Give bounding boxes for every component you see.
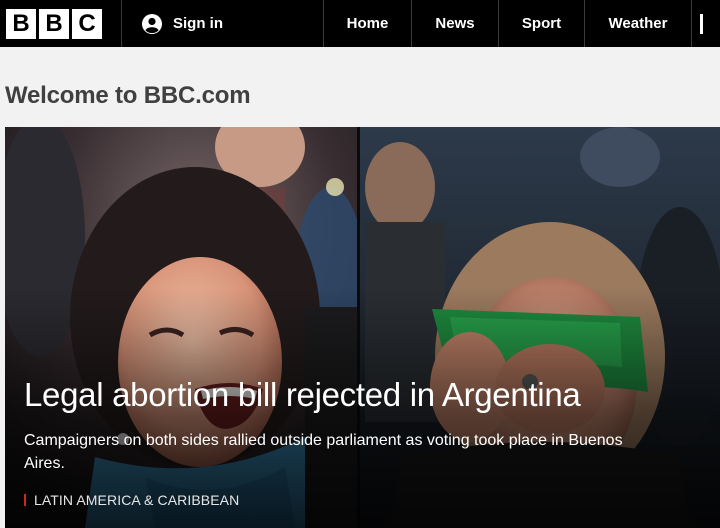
bbc-logo[interactable]: B B C: [0, 0, 122, 47]
hero-summary: Campaigners on both sides rallied outsid…: [24, 432, 623, 472]
nav-home[interactable]: Home: [324, 0, 412, 47]
section-marker-icon: [24, 494, 26, 506]
hero-section-link[interactable]: LATIN AMERICA & CARIBBEAN: [24, 492, 239, 508]
nav-weather[interactable]: Weather: [585, 0, 692, 47]
hero-story[interactable]: Legal abortion bill rejected in Argentin…: [5, 127, 720, 528]
top-navigation-bar: B B C Sign in Home News Sport Weather: [0, 0, 720, 47]
bbc-logo-letter-b2: B: [39, 8, 69, 39]
sign-in-label: Sign in: [173, 15, 223, 32]
nav-sport[interactable]: Sport: [499, 0, 585, 47]
user-icon: [142, 13, 162, 34]
page-title: Welcome to BBC.com: [5, 82, 251, 109]
hero-section-label: LATIN AMERICA & CARIBBEAN: [34, 492, 240, 508]
nav-news[interactable]: News: [412, 0, 499, 47]
nav-more[interactable]: [692, 0, 720, 47]
bbc-logo-letter-c: C: [72, 8, 102, 39]
sign-in-button[interactable]: Sign in: [122, 0, 324, 47]
hero-headline[interactable]: Legal abortion bill rejected in Argentin…: [24, 376, 581, 414]
nav-more-edge: [700, 13, 703, 34]
bbc-logo-letter-b1: B: [6, 8, 36, 39]
